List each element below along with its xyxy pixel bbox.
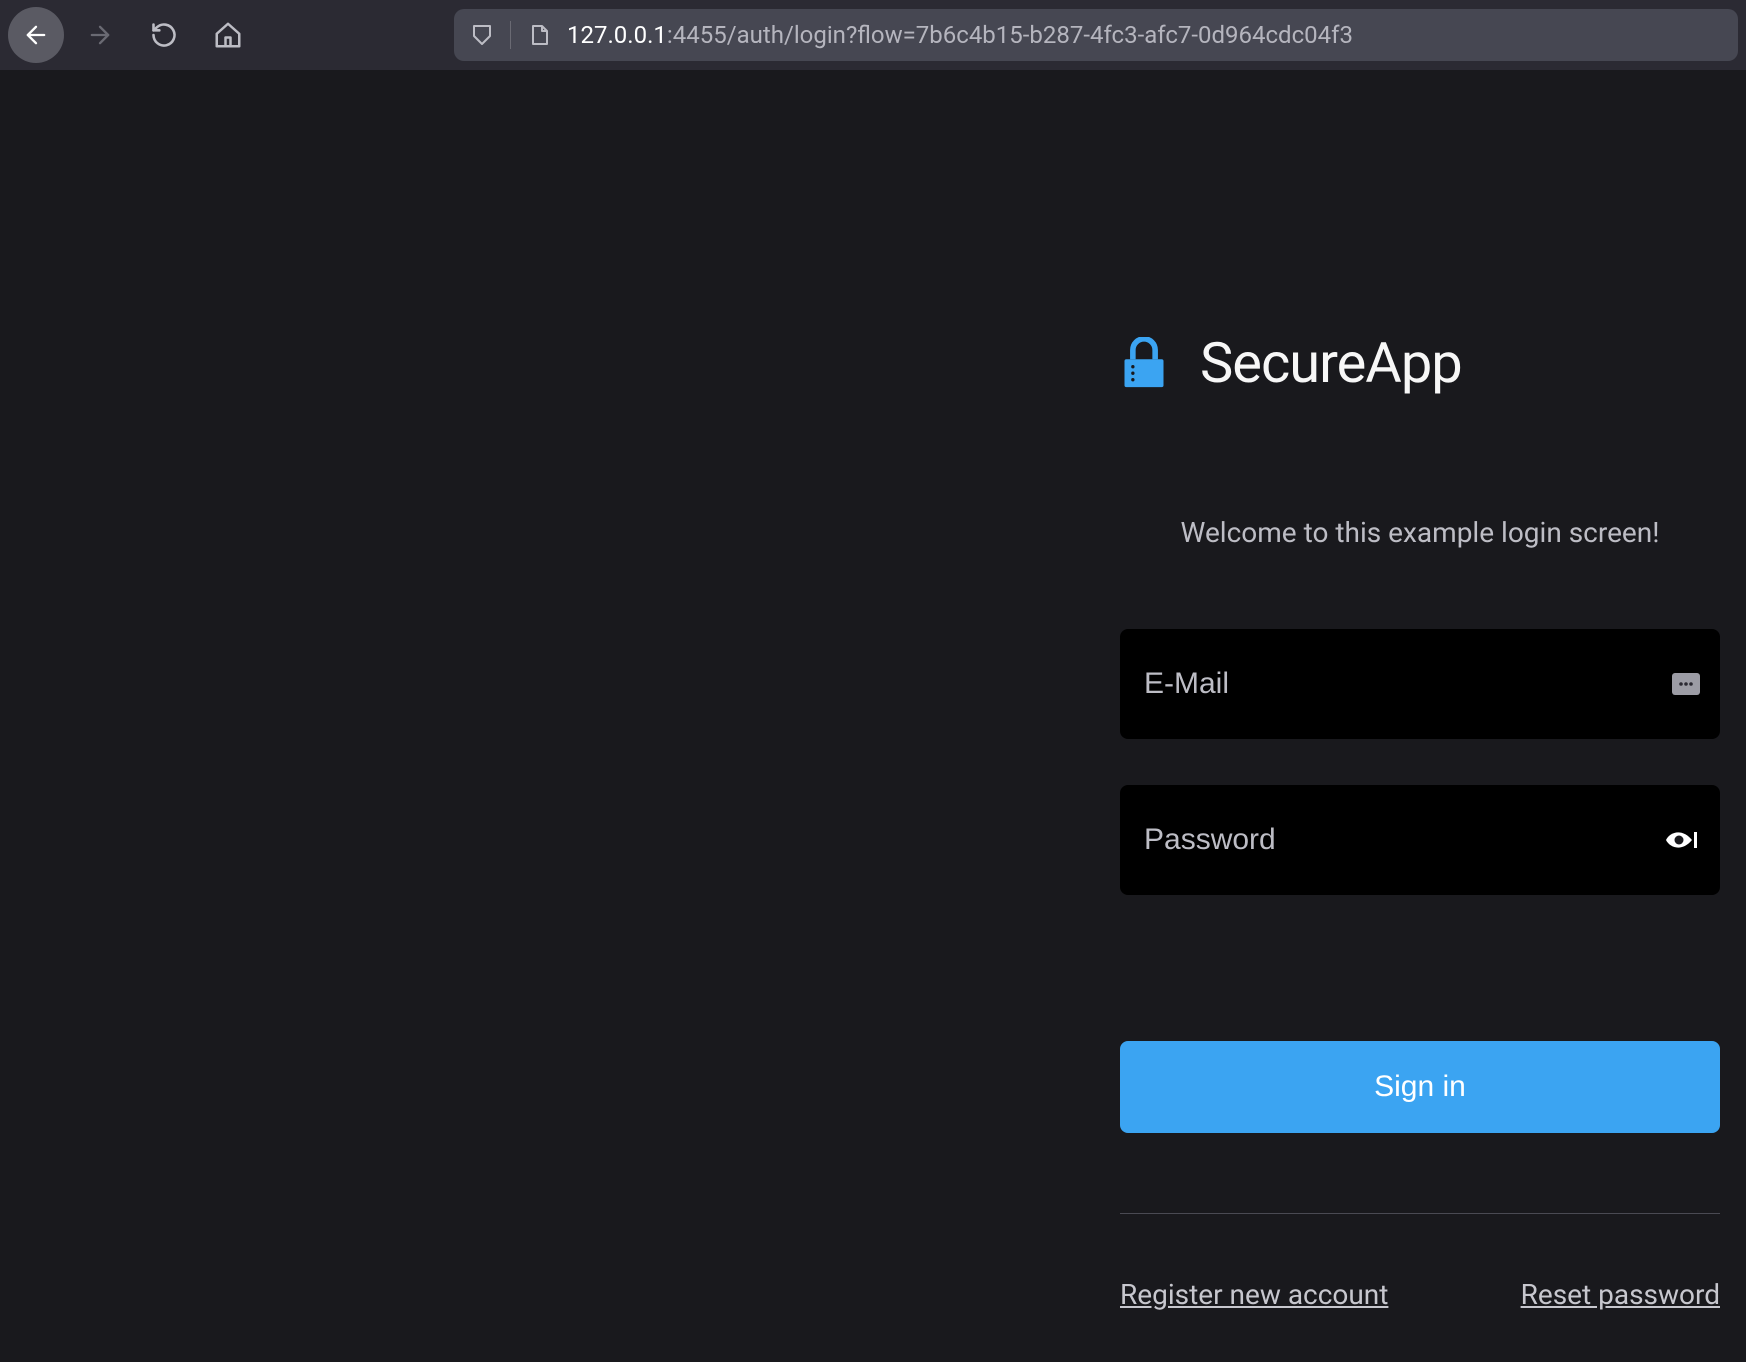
divider <box>510 21 511 49</box>
page-content: SecureApp Welcome to this example login … <box>0 70 1746 1362</box>
logo-row: SecureApp <box>1120 330 1720 396</box>
reload-icon <box>150 21 178 49</box>
home-button[interactable] <box>200 7 256 63</box>
reset-password-link[interactable]: Reset password <box>1521 1278 1720 1311</box>
welcome-text: Welcome to this example login screen! <box>1120 516 1720 549</box>
autofill-icon[interactable] <box>1672 673 1700 695</box>
app-title: SecureApp <box>1200 330 1462 396</box>
page-icon <box>527 21 551 49</box>
login-panel: SecureApp Welcome to this example login … <box>1120 330 1720 1311</box>
url-text: 127.0.0.1:4455/auth/login?flow=7b6c4b15-… <box>567 21 1353 49</box>
reload-button[interactable] <box>136 7 192 63</box>
signin-button[interactable]: Sign in <box>1120 1041 1720 1133</box>
register-link[interactable]: Register new account <box>1120 1278 1388 1311</box>
address-bar-icons <box>470 21 551 49</box>
links-row: Register new account Reset password <box>1120 1278 1720 1311</box>
url-host: 127.0.0.1 <box>567 21 667 49</box>
show-password-icon[interactable] <box>1664 828 1700 852</box>
divider-line <box>1120 1213 1720 1214</box>
email-field[interactable] <box>1144 629 1696 739</box>
password-field[interactable] <box>1144 785 1696 895</box>
browser-toolbar: 127.0.0.1:4455/auth/login?flow=7b6c4b15-… <box>0 0 1746 70</box>
url-path: :4455/auth/login?flow=7b6c4b15-b287-4fc3… <box>667 21 1353 49</box>
back-button[interactable] <box>8 7 64 63</box>
password-field-wrap <box>1120 785 1720 895</box>
lock-icon <box>1120 337 1168 389</box>
address-bar[interactable]: 127.0.0.1:4455/auth/login?flow=7b6c4b15-… <box>454 9 1738 61</box>
arrow-right-icon <box>86 21 114 49</box>
shield-icon <box>470 21 494 49</box>
arrow-left-icon <box>22 21 50 49</box>
home-icon <box>213 20 243 50</box>
forward-button[interactable] <box>72 7 128 63</box>
email-field-wrap <box>1120 629 1720 739</box>
